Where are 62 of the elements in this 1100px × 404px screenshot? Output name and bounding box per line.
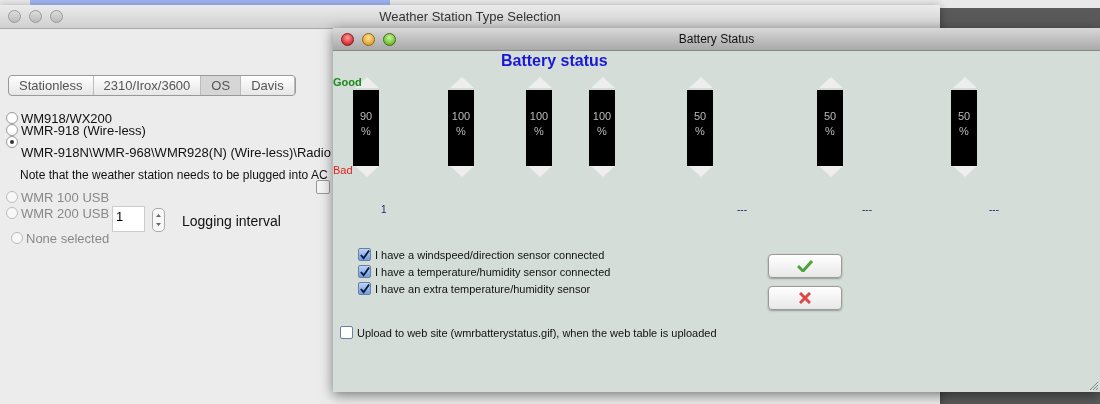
battery-level: 100 % xyxy=(526,90,552,166)
down-arrow-icon xyxy=(449,166,475,178)
up-arrow-icon xyxy=(449,76,475,88)
checkbox[interactable] xyxy=(358,265,371,278)
checkbox-label: I have an extra temperature/humidity sensor xyxy=(375,282,591,295)
checkbox-label: I have a windspeed/direction sensor connected xyxy=(375,248,605,261)
checkbox-label: Upload to web site (wmrbatterystatus.gif), when the web table is uploaded xyxy=(357,326,717,339)
minimize-button[interactable] xyxy=(362,32,375,46)
radio-button[interactable] xyxy=(6,112,18,124)
channel-label: 1 xyxy=(381,204,387,215)
up-arrow-icon xyxy=(590,76,616,88)
battery-level: 50 % xyxy=(687,90,713,166)
interval-field[interactable]: 1 xyxy=(112,206,145,232)
interval-label: Logging interval xyxy=(182,213,281,229)
tab[interactable]: Stationless xyxy=(9,76,94,95)
ok-button[interactable] xyxy=(768,254,842,278)
down-arrow-icon xyxy=(688,166,714,178)
checkbox[interactable] xyxy=(316,180,330,194)
checkbox[interactable] xyxy=(358,248,371,261)
down-arrow-icon xyxy=(952,166,978,178)
radio-button[interactable] xyxy=(6,124,18,136)
cancel-button[interactable] xyxy=(768,286,842,310)
radio-label: None selected xyxy=(26,230,110,246)
down-arrow-icon xyxy=(527,166,553,178)
zoom-button[interactable] xyxy=(50,10,63,23)
up-arrow-icon xyxy=(818,76,844,88)
close-button[interactable] xyxy=(341,32,354,46)
window-title: Battery Status xyxy=(678,32,755,46)
minimize-button[interactable] xyxy=(29,10,42,23)
down-arrow-icon xyxy=(354,166,380,178)
tab[interactable]: Davis xyxy=(241,76,295,95)
resize-grip-icon[interactable] xyxy=(1088,380,1098,390)
window-title: Weather Station Type Selection xyxy=(379,9,561,24)
radio-label: WMR 200 USB xyxy=(21,205,110,221)
stepper-icon[interactable] xyxy=(152,208,165,232)
radio-label: WMR-918N\WMR-968\WMR928(N) (Wire-less)\Radio xyxy=(21,145,331,160)
good-label: Good xyxy=(333,76,362,88)
checkbox-label: I have a temperature/humidity sensor connected xyxy=(375,265,611,278)
up-arrow-icon xyxy=(688,76,714,88)
up-arrow-icon xyxy=(952,76,978,88)
down-arrow-icon xyxy=(818,166,844,178)
note-text: Note that the weather station needs to be plugged into AC xyxy=(20,168,328,182)
battery-level: 50 % xyxy=(817,90,843,166)
bad-label: Bad xyxy=(333,164,353,176)
down-arrow-icon xyxy=(590,166,616,178)
checkbox[interactable] xyxy=(358,282,371,295)
battery-level: 90 % xyxy=(353,90,379,166)
battery-level: 100 % xyxy=(589,90,615,166)
checkbox[interactable] xyxy=(340,326,353,339)
zoom-button[interactable] xyxy=(383,32,396,46)
radio-label: WMR 100 USB xyxy=(21,189,110,205)
check-icon xyxy=(797,260,813,272)
channel-label: --- xyxy=(862,204,872,215)
battery-level: 100 % xyxy=(448,90,474,166)
tab[interactable]: OS xyxy=(201,76,242,95)
heading: Battery status xyxy=(501,52,608,70)
cross-icon xyxy=(799,292,811,304)
radio-button[interactable] xyxy=(6,136,18,148)
battery-level: 50 % xyxy=(951,90,977,166)
channel-label: --- xyxy=(737,204,747,215)
up-arrow-icon xyxy=(527,76,553,88)
channel-label: --- xyxy=(989,204,999,215)
